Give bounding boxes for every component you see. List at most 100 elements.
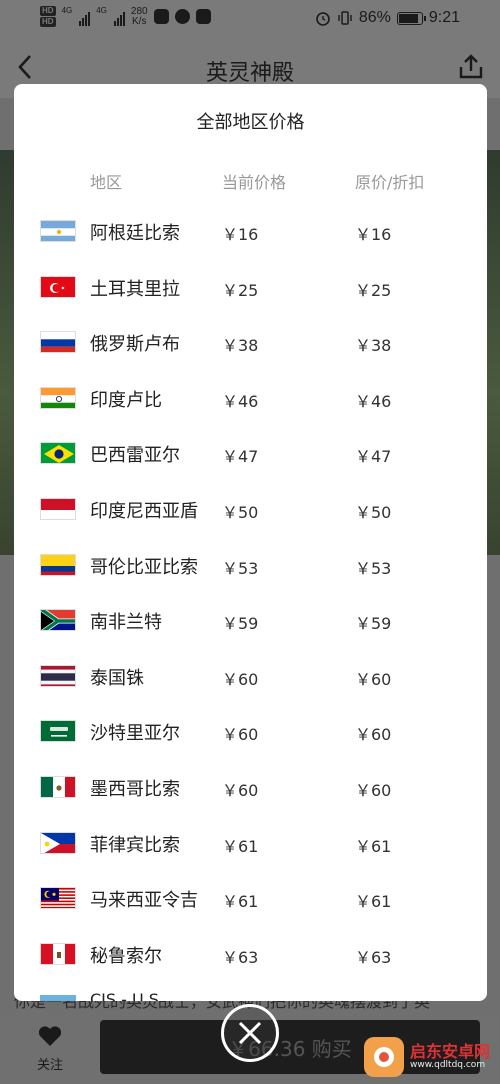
peru-flag-icon: [40, 942, 76, 965]
current-price: ￥47: [222, 447, 259, 467]
column-header-original-price: 原价/折扣: [355, 173, 425, 192]
battery-icon: [396, 11, 426, 25]
watermark-text: 启东安卓网 www.qdltdq.com: [410, 1042, 491, 1070]
brazil-flag-icon: [40, 442, 76, 465]
vibrate-icon: [338, 11, 352, 25]
current-price: ￥25: [222, 280, 259, 300]
list-item: 哥伦比亚比索 ￥53 ￥53: [14, 538, 487, 594]
original-price: ￥16: [355, 225, 392, 244]
saudi-arabia-flag-icon: [40, 720, 76, 743]
philippines-flag-icon: [40, 831, 76, 854]
region-name: 马来西亚令吉: [90, 890, 198, 912]
price-list: 阿根廷比索 ￥16 ￥16 土耳其里拉 ￥25 ￥25 俄罗斯卢布 ￥38 ￥38 印度卢比 ￥46…: [14, 204, 487, 982]
list-item: 墨西哥比索 ￥60 ￥60: [14, 760, 487, 816]
india-flag-icon: [40, 386, 76, 409]
original-price: ￥60: [355, 725, 392, 745]
malaysia-flag-icon: [40, 887, 76, 910]
region-name: 巴西雷亚尔: [90, 445, 180, 467]
current-price: ￥60: [222, 780, 259, 800]
current-price: ￥60: [222, 725, 259, 745]
list-item: 土耳其里拉 ￥25 ￥25: [14, 260, 487, 316]
original-price: ￥50: [355, 502, 392, 522]
app-notification-icon: [153, 9, 169, 24]
list-item: 沙特里亚尔 ￥60 ￥60: [14, 704, 487, 760]
watermark-logo-icon: [364, 1037, 404, 1077]
list-item: 印度卢比 ￥46 ￥46: [14, 371, 487, 427]
column-header-current-price: 当前价格: [222, 173, 287, 192]
original-price: ￥61: [355, 836, 392, 856]
page-title: 英灵神殿: [205, 61, 294, 86]
region-name: 沙特里亚尔: [90, 723, 180, 745]
list-item: 南非兰特 ￥59 ￥59: [14, 593, 487, 649]
watermark-logo: 启东安卓网 www.qdltdq.com: [364, 1034, 494, 1080]
current-price: ￥50: [222, 502, 259, 522]
current-price: ￥63: [222, 947, 259, 967]
alarm-icon: [316, 12, 330, 26]
region-name: 菲律宾比索: [90, 834, 180, 856]
south-africa-flag-icon: [40, 609, 76, 632]
list-item: 巴西雷亚尔 ￥47 ￥47: [14, 426, 487, 482]
original-price: ￥60: [355, 780, 392, 800]
follow-button[interactable]: 关注: [20, 1024, 80, 1074]
list-item: 泰国铢 ￥60 ￥60: [14, 649, 487, 705]
follow-label: 关注: [36, 1058, 63, 1073]
modal-title: 全部地区价格: [196, 112, 305, 133]
region-name: 泰国铢: [90, 667, 144, 689]
region-name: 哥伦比亚比索: [90, 556, 198, 578]
music-app-icon: [195, 9, 211, 24]
current-price: ￥38: [222, 336, 259, 356]
signal-icon: [113, 8, 125, 26]
list-item: 秘鲁索尔 ￥63 ￥63: [14, 927, 487, 983]
signal-icon: [79, 8, 91, 26]
region-name: CIS - U.S.: [90, 990, 165, 1001]
close-icon: [238, 1021, 262, 1045]
original-price: ￥59: [355, 614, 392, 634]
status-left: HD HD 4G 4G 280 K/s: [40, 6, 211, 27]
region-name: 印度卢比: [90, 389, 162, 411]
hd-indicators: HD HD: [40, 6, 56, 27]
indonesia-flag-icon: [40, 497, 76, 520]
current-price: ￥16: [222, 225, 259, 244]
region-name: 阿根廷比索: [90, 223, 180, 244]
share-button[interactable]: [456, 52, 488, 84]
original-price: ￥38: [355, 336, 392, 356]
original-price: ￥47: [355, 447, 392, 467]
network-speed: 280 K/s: [130, 5, 148, 27]
hd-badge: HD: [40, 17, 56, 27]
close-modal-button[interactable]: [221, 1004, 279, 1062]
original-price: ￥25: [355, 280, 392, 300]
list-item: 菲律宾比索 ￥61 ￥61: [14, 816, 487, 872]
original-price: ￥63: [355, 947, 392, 967]
turkey-flag-icon: [40, 275, 76, 298]
current-price: ￥61: [222, 836, 259, 856]
qq-icon: [174, 9, 190, 24]
clock: 9:21: [428, 9, 460, 26]
argentina-flag-icon: [40, 220, 76, 242]
current-price: ￥60: [222, 669, 259, 689]
region-name: 俄罗斯卢布: [90, 334, 180, 356]
region-name: 秘鲁索尔: [90, 945, 162, 967]
network-type-label: 4G: [96, 6, 107, 15]
thailand-flag-icon: [40, 664, 76, 687]
status-bar: HD HD 4G 4G 280 K/s 86% 9:21: [0, 0, 500, 38]
list-item: 阿根廷比索 ￥16 ￥16: [14, 204, 487, 260]
current-price: ￥46: [222, 391, 259, 411]
current-price: ￥59: [222, 614, 259, 634]
mexico-flag-icon: [40, 775, 76, 798]
column-header-region: 地区: [90, 173, 123, 192]
list-item: 俄罗斯卢布 ￥38 ￥38: [14, 315, 487, 371]
status-right: 86% 9:21: [315, 9, 460, 27]
battery-fill: [398, 13, 418, 23]
list-item-partial: CIS - U.S.: [14, 989, 487, 1001]
battery-percent: 86%: [358, 9, 391, 26]
network-type-label: 4G: [61, 6, 73, 15]
colombia-flag-icon: [40, 553, 76, 576]
current-price: ￥53: [222, 558, 259, 578]
original-price: ￥46: [355, 391, 392, 411]
heart-icon: [38, 1026, 62, 1046]
region-price-modal: 全部地区价格 地区 当前价格 原价/折扣 阿根廷比索 ￥16 ￥16 土耳其里拉 ￥25…: [14, 84, 487, 1001]
region-name: 南非兰特: [90, 612, 162, 634]
original-price: ￥53: [355, 558, 392, 578]
russia-flag-icon: [40, 331, 76, 354]
share-icon: [459, 54, 483, 79]
